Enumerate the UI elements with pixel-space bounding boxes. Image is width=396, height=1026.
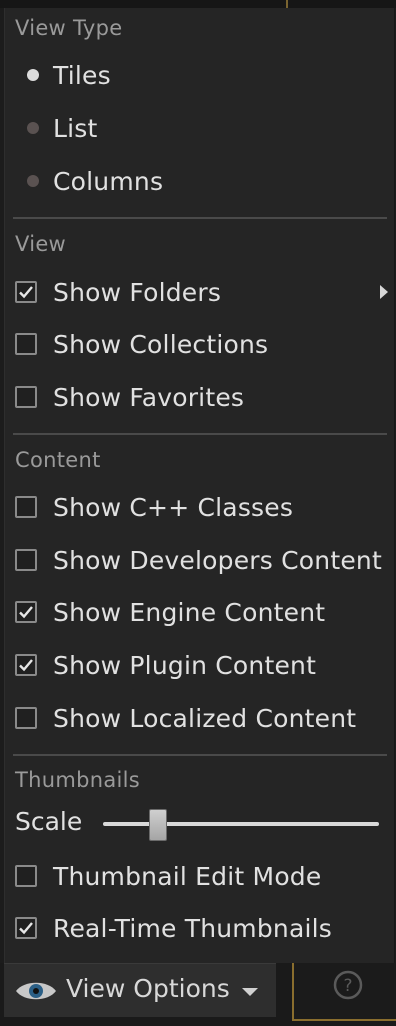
menu-item-show-developers-content[interactable]: Show Developers Content <box>5 538 394 582</box>
menu-item-label: Show Folders <box>53 277 222 307</box>
scale-slider-track[interactable] <box>103 822 379 826</box>
menu-item-show-collections[interactable]: Show Collections <box>5 322 394 366</box>
checkbox-unchecked[interactable] <box>15 707 37 729</box>
checkmark-icon <box>19 922 33 935</box>
view-options-button[interactable]: View Options <box>4 963 276 1017</box>
view-options-menu: View Type Tiles List Columns View Show F… <box>4 8 395 963</box>
section-header-content: Content <box>15 448 101 472</box>
menu-item-label: Real-Time Thumbnails <box>53 913 333 943</box>
view-options-label: View Options <box>66 974 230 1003</box>
scale-label: Scale <box>15 807 83 836</box>
help-glyph: ? <box>343 976 352 996</box>
checkbox-unchecked[interactable] <box>15 333 37 355</box>
section-header-view-type: View Type <box>15 16 123 40</box>
checkbox-checked[interactable] <box>15 654 37 676</box>
section-header-view: View <box>15 232 67 256</box>
thumbnail-scale-row: Scale <box>5 804 394 844</box>
checkbox-checked[interactable] <box>15 281 37 303</box>
checkbox-unchecked[interactable] <box>15 496 37 518</box>
panel-accent <box>286 0 288 8</box>
radio-selected-icon <box>27 69 39 81</box>
menu-item-show-cpp-classes[interactable]: Show C++ Classes <box>5 485 394 529</box>
menu-item-label: Thumbnail Edit Mode <box>53 861 322 891</box>
radio-item-label: List <box>53 113 98 143</box>
eye-icon <box>16 982 56 1000</box>
chevron-down-icon <box>242 988 258 996</box>
separator <box>13 754 387 756</box>
menu-item-label: Show Plugin Content <box>53 650 317 680</box>
menu-item-label: Show Engine Content <box>53 597 326 627</box>
radio-unselected-icon <box>27 175 39 187</box>
menu-item-label: Show C++ Classes <box>53 492 294 522</box>
radio-item-list[interactable]: List <box>5 106 394 150</box>
menu-item-label: Show Collections <box>53 329 269 359</box>
checkmark-icon <box>19 286 33 299</box>
menu-item-thumbnail-edit-mode[interactable]: Thumbnail Edit Mode <box>5 854 394 898</box>
radio-item-label: Tiles <box>53 60 111 90</box>
separator <box>13 433 387 435</box>
menu-item-show-favorites[interactable]: Show Favorites <box>5 375 394 419</box>
radio-item-tiles[interactable]: Tiles <box>5 53 394 97</box>
menu-item-show-folders[interactable]: Show Folders <box>5 270 394 314</box>
bottom-toolbar: View Options ? <box>0 963 396 1026</box>
scale-slider-thumb[interactable] <box>149 809 167 841</box>
radio-unselected-icon <box>27 122 39 134</box>
separator <box>13 217 387 219</box>
menu-item-label: Show Developers Content <box>53 545 382 575</box>
radio-item-label: Columns <box>53 166 164 196</box>
menu-item-show-localized-content[interactable]: Show Localized Content <box>5 696 394 740</box>
checkbox-checked[interactable] <box>15 917 37 939</box>
checkbox-unchecked[interactable] <box>15 386 37 408</box>
submenu-arrow-icon <box>380 285 388 299</box>
checkbox-checked[interactable] <box>15 601 37 623</box>
menu-item-show-engine-content[interactable]: Show Engine Content <box>5 590 394 634</box>
menu-item-label: Show Favorites <box>53 382 245 412</box>
top-edge <box>0 0 396 8</box>
menu-item-label: Show Localized Content <box>53 703 357 733</box>
section-header-thumbnails: Thumbnails <box>15 768 141 792</box>
content-browser-view-options: View Type Tiles List Columns View Show F… <box>0 0 396 1026</box>
radio-item-columns[interactable]: Columns <box>5 159 394 203</box>
menu-item-show-plugin-content[interactable]: Show Plugin Content <box>5 643 394 687</box>
menu-item-real-time-thumbnails[interactable]: Real-Time Thumbnails <box>5 906 394 950</box>
checkmark-icon <box>19 606 33 619</box>
help-panel: ? <box>292 963 396 1021</box>
checkmark-icon <box>19 659 33 672</box>
checkbox-unchecked[interactable] <box>15 865 37 887</box>
help-icon[interactable]: ? <box>332 969 364 1001</box>
checkbox-unchecked[interactable] <box>15 549 37 571</box>
